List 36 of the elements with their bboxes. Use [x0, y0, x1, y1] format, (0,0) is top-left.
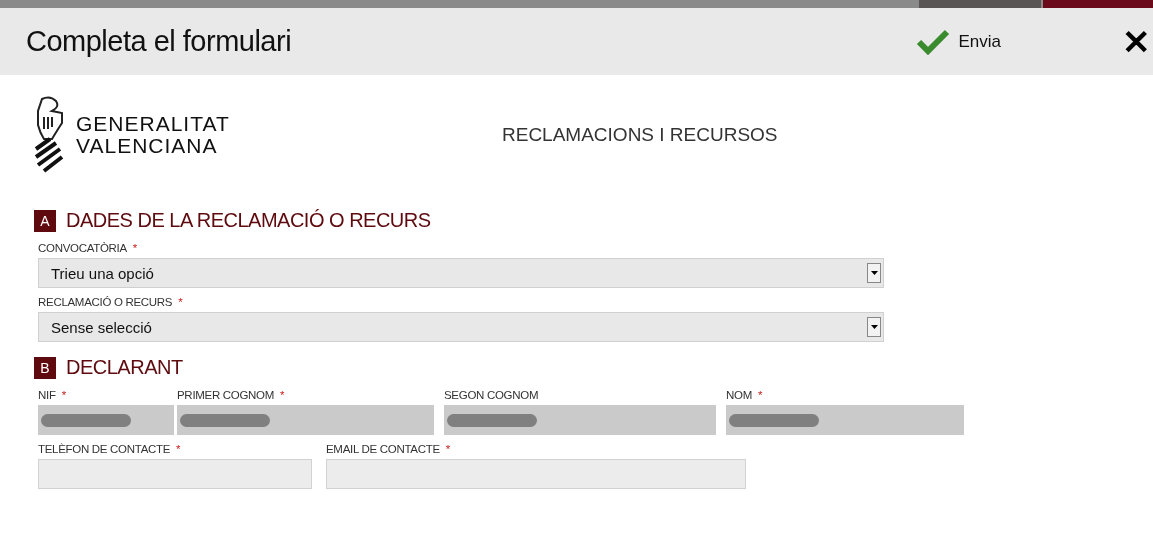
org-name: VALENCIANA: [76, 135, 219, 157]
field-label: RECLAMACIÓ O RECURS: [38, 296, 173, 308]
required-mark: *: [757, 389, 763, 401]
section-badge: B: [34, 356, 56, 379]
section-badge: A: [34, 209, 56, 232]
window-title: Completa el formulari: [26, 25, 293, 58]
field-label: EMAIL DE CONTACTE: [326, 443, 440, 455]
send-button[interactable]: Envia: [916, 28, 1001, 55]
field-label: SEGON COGNOM: [444, 389, 539, 401]
dropdown[interactable]: Trieu una opció: [38, 258, 884, 288]
required-mark: *: [178, 296, 183, 308]
field-label: PRIMER COGNOM: [177, 389, 275, 401]
required-mark: *: [445, 443, 450, 455]
dropdown[interactable]: Sense selecció: [38, 312, 884, 342]
input-field[interactable]: [38, 459, 312, 489]
required-mark: *: [176, 443, 181, 455]
section-title: DADES DE LA RECLAMACIÓ O RECURS: [66, 209, 431, 232]
required-mark: *: [132, 242, 138, 254]
field-label: CONVOCATÒRIA: [38, 242, 127, 254]
field-label: NOM: [726, 389, 752, 401]
input-field[interactable]: [38, 405, 174, 435]
input-field[interactable]: [326, 459, 746, 489]
field-label: NIF: [38, 389, 56, 401]
input-field[interactable]: [726, 405, 964, 435]
section-title: DECLARANT: [66, 356, 183, 379]
dropdown-value: Sense selecció: [51, 318, 152, 336]
field-label: TELÈFON DE CONTACTE: [38, 443, 171, 455]
input-field[interactable]: [177, 405, 434, 435]
input-field[interactable]: [444, 405, 716, 435]
close-button[interactable]: ✕: [1119, 21, 1153, 62]
required-mark: *: [61, 389, 66, 401]
org-name: GENERALITAT: [76, 113, 230, 135]
dropdown-value: Trieu una opció: [51, 264, 154, 282]
form-title: RECLAMACIONS I RECURSOS: [502, 124, 778, 146]
required-mark: *: [280, 389, 285, 401]
checkmark-icon: [916, 28, 951, 55]
